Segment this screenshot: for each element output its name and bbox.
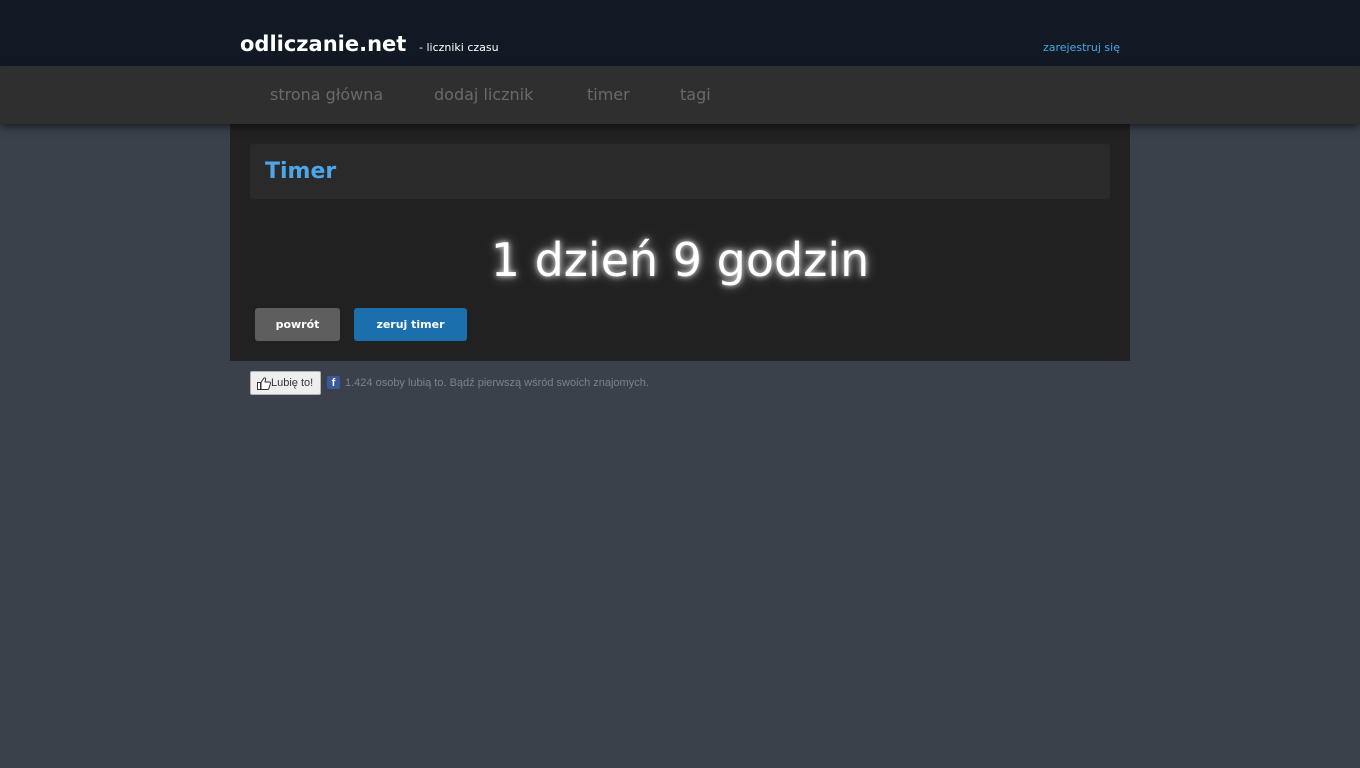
nav-item-tags[interactable]: tagi — [680, 85, 711, 105]
site-tagline: - liczniki czasu — [419, 41, 499, 54]
page-title: Timer — [265, 159, 337, 184]
title-box: Timer — [250, 144, 1110, 199]
site-header: odliczanie.net - liczniki czasu zarejest… — [0, 0, 1360, 66]
facebook-icon: f — [327, 376, 340, 389]
timer-display: 1 dzień 9 godzin — [490, 233, 870, 287]
facebook-like-button[interactable]: Lubię to! — [250, 371, 321, 395]
nav-item-home[interactable]: strona główna — [270, 85, 383, 105]
thumbs-up-icon — [257, 377, 271, 390]
register-link[interactable]: zarejestruj się — [1043, 41, 1120, 55]
main-navigation: strona główna dodaj licznik timer tagi — [0, 66, 1360, 124]
site-logo[interactable]: odliczanie.net — [240, 32, 406, 56]
timer-panel: Timer 1 dzień 9 godzin powrót zeruj time… — [230, 124, 1130, 361]
back-button[interactable]: powrót — [255, 308, 340, 341]
reset-timer-button[interactable]: zeruj timer — [354, 308, 467, 341]
facebook-like-count-text: 1.424 osoby lubią to. Bądź pierwszą wśró… — [345, 377, 649, 389]
facebook-like-label: Lubię to! — [271, 377, 314, 389]
nav-item-add-counter[interactable]: dodaj licznik — [434, 85, 533, 105]
nav-item-timer[interactable]: timer — [587, 85, 630, 105]
